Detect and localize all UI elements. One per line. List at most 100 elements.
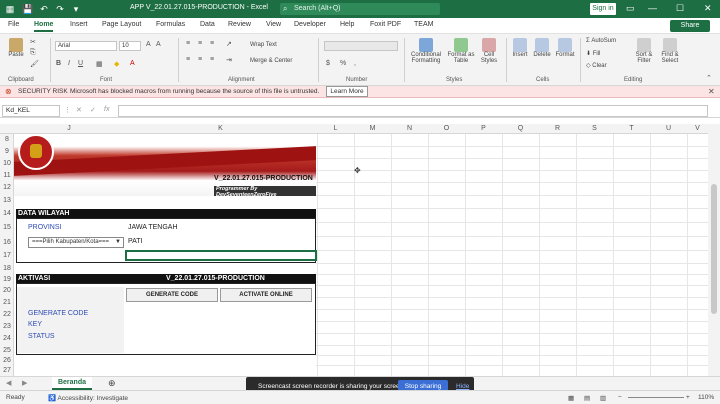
align-center-icon[interactable]: ≡ xyxy=(198,56,202,63)
kabupaten-dropdown[interactable]: ===Pilih Kabupaten/Kota=== ▼ xyxy=(28,237,124,248)
zoom-slider[interactable] xyxy=(628,397,684,398)
column-header-j[interactable]: J xyxy=(14,125,124,132)
zoom-in-icon[interactable]: + xyxy=(686,394,690,401)
indent-icon[interactable]: ⇥ xyxy=(226,56,232,64)
align-right-icon[interactable]: ≡ xyxy=(210,56,214,63)
align-middle-icon[interactable]: ≡ xyxy=(198,40,202,47)
insert-function-icon[interactable]: fx xyxy=(104,106,109,113)
minimize-icon[interactable]: — xyxy=(648,3,657,13)
row-header[interactable]: 19 xyxy=(0,276,14,283)
column-header-l[interactable]: L xyxy=(317,125,354,132)
vertical-scrollbar[interactable] xyxy=(708,124,720,376)
row-header[interactable]: 11 xyxy=(0,172,14,179)
tab-team[interactable]: TEAM xyxy=(414,21,433,28)
decrease-font-icon[interactable]: A xyxy=(156,41,161,48)
comma-icon[interactable]: , xyxy=(354,60,356,67)
share-button[interactable]: Share xyxy=(670,20,710,32)
conditional-formatting-button[interactable]: Conditional Formatting xyxy=(408,38,444,64)
delete-cells-button[interactable]: Delete xyxy=(532,38,552,58)
formula-input[interactable] xyxy=(118,105,708,117)
page-layout-view-icon[interactable]: ▤ xyxy=(584,394,590,402)
maximize-icon[interactable]: ☐ xyxy=(676,3,684,14)
undo-icon[interactable]: ↶ xyxy=(38,3,50,15)
collapse-ribbon-icon[interactable]: ⌃ xyxy=(706,74,712,82)
row-header[interactable]: 26 xyxy=(0,357,14,364)
column-header-r[interactable]: R xyxy=(539,125,576,132)
column-header-m[interactable]: M xyxy=(354,125,391,132)
row-header[interactable]: 16 xyxy=(0,239,14,246)
hide-link[interactable]: Hide xyxy=(456,383,469,390)
percent-icon[interactable]: % xyxy=(340,60,346,67)
accessibility-status[interactable]: ♿ Accessibility: Investigate xyxy=(48,394,128,402)
format-cells-button[interactable]: Format xyxy=(554,38,576,58)
sign-in-button[interactable]: Sign in xyxy=(590,3,616,15)
bold-icon[interactable]: B xyxy=(56,60,61,67)
row-header[interactable]: 25 xyxy=(0,347,14,354)
scrollbar-thumb[interactable] xyxy=(711,184,717,314)
tab-data[interactable]: Data xyxy=(200,21,215,28)
enter-icon[interactable]: ✓ xyxy=(90,106,96,114)
close-icon[interactable]: ✕ xyxy=(704,3,712,14)
row-header[interactable]: 15 xyxy=(0,224,14,231)
fill-button[interactable]: ⬇ Fill xyxy=(586,50,600,57)
tab-view[interactable]: View xyxy=(266,21,281,28)
close-icon[interactable]: ✕ xyxy=(708,87,715,96)
tab-review[interactable]: Review xyxy=(228,21,251,28)
sort-filter-button[interactable]: Sort & Filter xyxy=(632,38,656,64)
selected-cell[interactable] xyxy=(125,250,317,261)
tab-page-layout[interactable]: Page Layout xyxy=(102,21,141,28)
underline-icon[interactable]: U xyxy=(78,60,83,67)
font-color-icon[interactable]: A xyxy=(130,60,135,67)
name-box[interactable]: Kd_KEL xyxy=(2,105,60,117)
column-header-q[interactable]: Q xyxy=(502,125,539,132)
row-header[interactable]: 9 xyxy=(0,148,14,155)
column-header-t[interactable]: T xyxy=(613,125,650,132)
align-left-icon[interactable]: ≡ xyxy=(186,56,190,63)
row-header[interactable]: 10 xyxy=(0,160,14,167)
clear-button[interactable]: ◇ Clear xyxy=(586,62,607,69)
normal-view-icon[interactable]: ▦ xyxy=(568,394,574,402)
merge-center-button[interactable]: Merge & Center xyxy=(250,58,292,64)
tab-foxit-pdf[interactable]: Foxit PDF xyxy=(370,21,401,28)
format-as-table-button[interactable]: Format as Table xyxy=(446,38,476,64)
cell-styles-button[interactable]: Cell Styles xyxy=(478,38,500,64)
column-header-k[interactable]: K xyxy=(124,125,317,132)
currency-icon[interactable]: $ xyxy=(326,60,330,67)
increase-font-icon[interactable]: A xyxy=(146,41,151,48)
search-box[interactable]: ⌕ Search (Alt+Q) xyxy=(280,3,440,15)
scroll-right-icon[interactable]: ▶ xyxy=(22,379,27,387)
cancel-icon[interactable]: ✕ xyxy=(76,106,82,114)
orientation-icon[interactable]: ↗ xyxy=(226,40,232,48)
row-header[interactable]: 22 xyxy=(0,311,14,318)
format-painter-icon[interactable]: 🖌 xyxy=(30,60,39,68)
row-header[interactable]: 14 xyxy=(0,210,14,217)
zoom-out-icon[interactable]: − xyxy=(618,394,622,401)
ribbon-display-icon[interactable]: ▭ xyxy=(626,3,635,14)
align-top-icon[interactable]: ≡ xyxy=(186,40,190,47)
column-header-v[interactable]: V xyxy=(687,125,708,132)
customize-toolbar-icon[interactable]: ▾ xyxy=(70,3,82,15)
sheet-tab-beranda[interactable]: Beranda xyxy=(52,377,92,390)
tab-formulas[interactable]: Formulas xyxy=(156,21,185,28)
tab-insert[interactable]: Insert xyxy=(70,21,88,28)
autosum-button[interactable]: Σ AutoSum xyxy=(586,38,616,44)
fill-color-icon[interactable]: ◆ xyxy=(114,60,119,68)
row-header[interactable]: 18 xyxy=(0,265,14,272)
font-size-select[interactable]: 10 xyxy=(119,41,141,51)
row-header[interactable]: 13 xyxy=(0,197,14,204)
save-icon[interactable]: 💾 xyxy=(22,3,34,15)
align-bottom-icon[interactable]: ≡ xyxy=(210,40,214,47)
column-header-o[interactable]: O xyxy=(428,125,465,132)
column-header-u[interactable]: U xyxy=(650,125,687,132)
redo-icon[interactable]: ↷ xyxy=(54,3,66,15)
font-name-select[interactable]: Arial xyxy=(55,41,117,51)
scroll-left-icon[interactable]: ◀ xyxy=(6,379,11,387)
insert-cells-button[interactable]: Insert xyxy=(510,38,530,58)
borders-icon[interactable]: ▦ xyxy=(96,60,103,68)
find-select-button[interactable]: Find & Select xyxy=(658,38,682,64)
row-header[interactable]: 12 xyxy=(0,184,14,191)
tab-file[interactable]: File xyxy=(8,21,19,28)
row-header[interactable]: 21 xyxy=(0,299,14,306)
column-header-p[interactable]: P xyxy=(465,125,502,132)
add-sheet-icon[interactable]: ⊕ xyxy=(108,378,116,389)
